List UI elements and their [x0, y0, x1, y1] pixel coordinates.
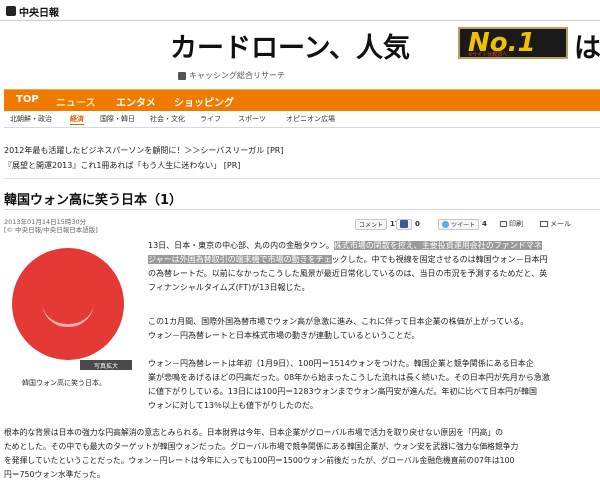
main-nav: TOP ニュース エンタメ ショッピング: [4, 89, 600, 111]
paragraph-line: ためとした。その中でも最大のターゲットが韓国ウォンだった。グローバル市場で競争関…: [4, 442, 519, 451]
nav-top[interactable]: TOP: [16, 94, 39, 105]
ad-sponsor-text: キャッシング総合リサーチ: [189, 71, 285, 80]
pr-link-text: 『展望と開運2013』これ1冊あれば「もう人生に迷わない」: [4, 161, 222, 170]
subnav-opinion[interactable]: オピニオン広場: [286, 114, 335, 124]
paragraph-line: ウォン－円為替レートと日本株式市場の動きが連動しているということだ。: [148, 331, 420, 340]
ad-sponsor[interactable]: キャッシング総合リサーチ: [178, 70, 285, 81]
sub-nav: 北朝鮮・政治 経済 国際・韓日 社会・文化 ライフ スポーツ オピニオン広場: [4, 111, 600, 128]
print-widget[interactable]: 印刷: [500, 218, 523, 230]
nav-shopping[interactable]: ショッピング: [174, 94, 234, 109]
tweet-button[interactable]: ツイート: [438, 218, 480, 230]
paragraph-line: を発揮していたということだった。ウォン－円レートは今年に入っても100円＝150…: [4, 456, 515, 465]
headline-divider: [4, 209, 600, 210]
selected-text: ジャーは外国為替取引の端末機で市場の動きをチェ: [148, 255, 332, 264]
nav-news[interactable]: ニュース: [56, 94, 96, 109]
mail-label[interactable]: メール: [550, 219, 571, 229]
pr-link-text: 2012年最も活躍したビジネスパーソンを顧問に！＞＞シーバスリーガル: [4, 146, 265, 155]
mail-icon: [540, 221, 548, 227]
paragraph-line: 円＝750ウォン水準だった。: [4, 470, 105, 479]
ad-headline: カードローン、人気: [170, 33, 411, 64]
article-source: [© 中央日報/中央日報日本語版]: [4, 226, 98, 234]
article-headline: 韓国ウォン高に笑う日本（1）: [4, 193, 183, 208]
article-photo[interactable]: [4, 240, 132, 368]
paragraph-line: 業が悲鳴をあげるほどの円高だった。08年から始まったこうした流れは長く続いた。そ…: [148, 373, 550, 382]
paragraph-line: ジャーは外国為替取引の端末機で市場の動きをチェックした。中でも視線を固定させるの…: [148, 253, 548, 266]
comment-widget[interactable]: コメント 17: [355, 218, 400, 230]
tweet-count: 4: [482, 220, 487, 228]
facebook-widget[interactable]: 0: [396, 218, 420, 230]
text-run: 13日、日本・東京の中心部、丸の内の金融タウン。: [148, 241, 334, 250]
paragraph-line: フィナンシャルタイムズ(FT)が13日報じた。: [148, 283, 310, 292]
facebook-button[interactable]: [396, 218, 412, 230]
subnav-life[interactable]: ライフ: [200, 114, 221, 124]
print-label[interactable]: 印刷: [509, 219, 523, 229]
paragraph-line: 根本的な背景は日本の強力な円高解消の意志とみられる。日本財界は今年、日本企業がグ…: [4, 428, 503, 437]
paragraph-line: の為替レートだ。以前になかったこうした風景が最近日常化しているのは、当日の市況を…: [148, 269, 548, 278]
ad-badge: No.1 ※サイト比較調べ: [458, 27, 568, 59]
pr-tag: [PR]: [266, 146, 284, 155]
paragraph-line: に値下がりしている。13日には100円＝1283ウォンまでウォン高円安が進んだ。…: [148, 387, 538, 396]
photo-enlarge-button[interactable]: 写真拡大: [80, 360, 132, 370]
tweet-label: ツイート: [451, 221, 476, 229]
logo-text: 中央日報: [19, 7, 59, 19]
facebook-count: 0: [415, 220, 420, 228]
pr-tag: [PR]: [223, 161, 241, 170]
pr-link-1[interactable]: 2012年最も活躍したビジネスパーソンを顧問に！＞＞シーバスリーガル [PR]: [4, 145, 283, 156]
pr-link-2[interactable]: 『展望と開運2013』これ1冊あれば「もう人生に迷わない」 [PR]: [4, 160, 240, 171]
comment-button[interactable]: コメント: [355, 218, 388, 230]
subnav-politics[interactable]: 北朝鮮・政治: [10, 114, 52, 124]
paragraph-line: ウォンに対して13％以上も値下がりしたのだ。: [148, 401, 318, 410]
text-run: ックした。中でも視線を固定させるのは韓国ウォン－日本円: [331, 255, 548, 264]
paragraph-line: 13日、日本・東京の中心部、丸の内の金融タウン。株式市場の閑散を控え、主要投資運…: [148, 239, 542, 252]
facebook-icon: [400, 220, 408, 228]
subnav-society[interactable]: 社会・文化: [150, 114, 185, 124]
ad-headline-tail: は？: [574, 33, 600, 64]
nav-entertainment[interactable]: エンタメ: [116, 94, 156, 109]
paragraph-line: この1カ月間、国際外国為替市場でウォン高が急激に進み、これに伴って日本企業の株価…: [148, 317, 529, 326]
subnav-sports[interactable]: スポーツ: [238, 114, 266, 124]
photo-caption: 韓国ウォン高に笑う日本。: [22, 379, 106, 387]
print-icon: [500, 221, 507, 227]
header-divider: [0, 20, 600, 21]
twitter-icon: [442, 220, 449, 228]
ad-banner[interactable]: カードローン、人気 No.1 ※サイト比較調べ は？: [170, 26, 600, 64]
selected-text: 株式市場の閑散を控え、主要投資運用会社のファンドマネ: [333, 241, 542, 250]
subnav-economy[interactable]: 経済: [70, 114, 84, 125]
sponsor-icon: [178, 71, 186, 80]
pr-divider: [4, 178, 600, 179]
site-logo[interactable]: 中央日報: [6, 4, 59, 19]
paragraph-line: ウォン－円為替レートは年初（1月9日）、100円＝1514ウォンをつけた。韓国企…: [148, 359, 534, 368]
logo-icon: [6, 6, 16, 16]
ad-badge-note: ※サイト比較調べ: [468, 52, 508, 58]
mail-widget[interactable]: メール: [540, 218, 571, 230]
subnav-international[interactable]: 国際・韓日: [100, 114, 135, 124]
tweet-widget[interactable]: ツイート 4: [438, 218, 487, 230]
